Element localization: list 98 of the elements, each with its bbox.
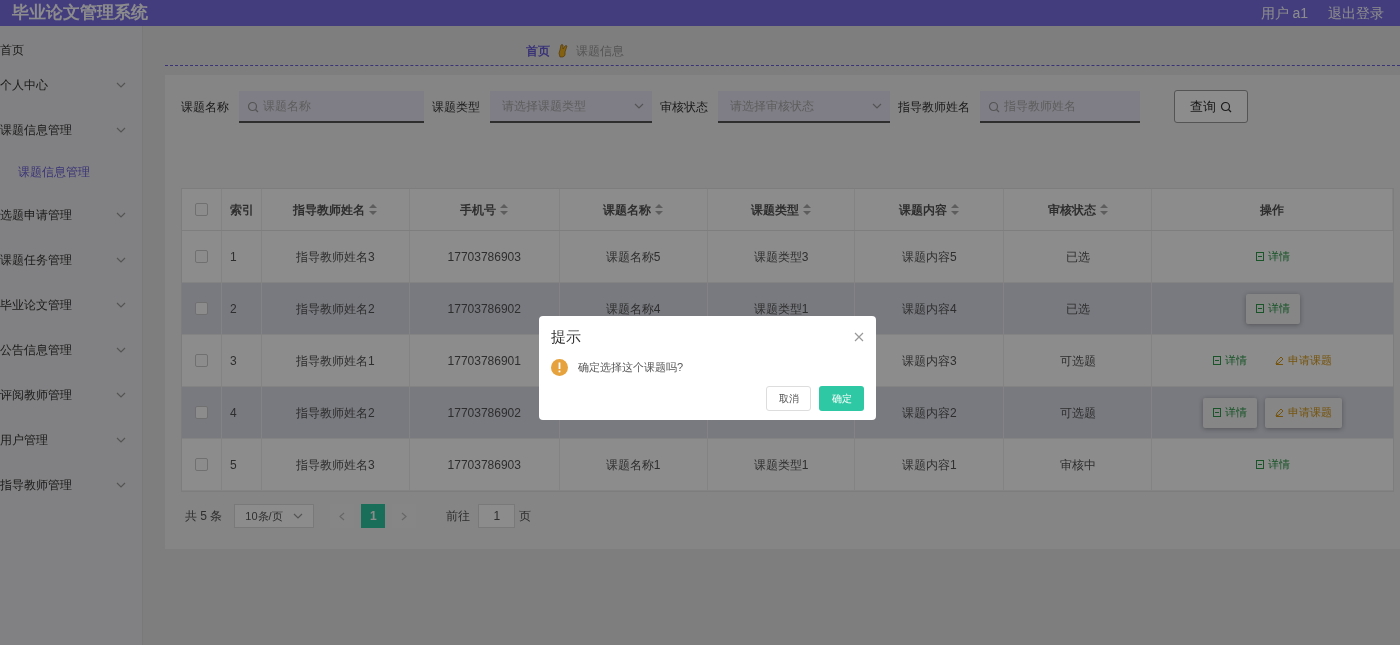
column-header: 操作	[1260, 201, 1285, 219]
sidebar-item[interactable]: 公告信息管理	[0, 327, 142, 372]
breadcrumb-link[interactable]: 首页	[526, 42, 550, 60]
column-header[interactable]: 课题名称	[603, 200, 652, 219]
filter-label: 指导教师姓名	[898, 98, 970, 116]
column-header[interactable]: 课题类型	[751, 200, 799, 219]
table-cell-text: 课题内容1	[902, 456, 957, 474]
table-cell-text: 课题类型1	[753, 300, 809, 318]
app-title: 毕业论文管理系统	[12, 2, 148, 25]
checkbox[interactable]	[195, 203, 208, 216]
table-cell-text: 已选	[1065, 248, 1090, 266]
sidebar-item[interactable]: 个人中心	[0, 62, 142, 107]
user-name: 用户 a1	[1260, 3, 1308, 23]
column-header[interactable]: 课题内容	[899, 200, 948, 219]
table-cell-text: 课题类型1	[753, 456, 809, 474]
checkbox[interactable]	[195, 458, 208, 471]
table-cell-text: 课题内容5	[902, 248, 957, 266]
filter-label: 课题类型	[432, 98, 480, 116]
table-cell-text: 指导教师姓名2	[296, 300, 375, 318]
chevron-right-icon	[401, 511, 408, 521]
table-cell-text: 课题内容3	[902, 352, 957, 370]
table-cell-text: 课题名称4	[605, 300, 661, 318]
chevron-icon	[293, 513, 304, 519]
table-cell-text: 指导教师姓名3	[296, 456, 375, 474]
chevron-icon	[872, 102, 882, 109]
table-cell-text: 17703786902	[447, 300, 521, 318]
detail-button[interactable]: 详情	[1203, 397, 1258, 428]
search-icon	[988, 100, 1000, 113]
dialog-message: 确定选择这个课题吗?	[578, 359, 684, 375]
sidebar-item[interactable]: 评阅教师管理	[0, 372, 142, 417]
table-cell-text: 17703786903	[447, 248, 521, 266]
table-cell-text: 17703786902	[447, 404, 521, 422]
table-cell-text: 可选题	[1059, 352, 1096, 370]
checkbox[interactable]	[195, 354, 208, 367]
column-header: 索引	[229, 201, 254, 219]
sidebar-item[interactable]: 课题任务管理	[0, 237, 142, 282]
sidebar-item[interactable]: 毕业论文管理	[0, 282, 142, 327]
filter-label: 审核状态	[660, 98, 708, 116]
chevron-icon	[634, 102, 644, 109]
table-cell-text: 课题内容2	[902, 404, 957, 422]
search-icon	[247, 100, 259, 113]
detail-button[interactable]: 详情	[1245, 449, 1300, 480]
close-icon[interactable]	[854, 332, 864, 343]
column-header[interactable]: 审核状态	[1047, 200, 1096, 219]
table-cell-text: 指导教师姓名2	[296, 404, 375, 422]
table-cell-text: 2	[229, 300, 237, 318]
table-cell-text: 可选题	[1059, 404, 1096, 422]
document-icon	[1255, 304, 1264, 313]
table-cell-text: 5	[229, 456, 237, 474]
table-cell-text: 3	[229, 352, 237, 370]
checkbox[interactable]	[195, 302, 208, 315]
detail-button[interactable]: 详情	[1245, 241, 1300, 272]
sidebar-item[interactable]: 用户管理	[0, 417, 142, 462]
column-header[interactable]: 手机号	[460, 200, 497, 219]
goto-label: 前往	[446, 508, 471, 525]
sidebar-item[interactable]: 课题信息管理	[0, 107, 142, 152]
apply-button[interactable]: 申请课题	[1265, 345, 1343, 376]
search-button[interactable]: 查询	[1174, 90, 1248, 123]
table-cell-text: 审核中	[1059, 456, 1096, 474]
sidebar-item[interactable]: 首页	[0, 38, 142, 62]
cancel-button[interactable]: 取消	[766, 385, 811, 411]
page-size-select[interactable]: 10条/页	[234, 504, 315, 528]
document-icon	[1213, 356, 1222, 365]
table-cell-text: 4	[229, 404, 237, 422]
logout-link[interactable]: 退出登录	[1328, 2, 1384, 24]
sidebar-item[interactable]: 选题申请管理	[0, 192, 142, 237]
document-icon	[1255, 252, 1264, 261]
confirm-button[interactable]: 确定	[819, 385, 864, 411]
checkbox[interactable]	[195, 406, 208, 419]
table-cell-text: 指导教师姓名3	[296, 248, 375, 266]
search-icon	[1220, 100, 1232, 113]
dialog-title: 提示	[551, 327, 581, 347]
pencil-icon	[1275, 408, 1285, 417]
document-icon	[1213, 408, 1222, 417]
table-cell-text: 1	[229, 248, 237, 266]
page-input[interactable]: 1	[478, 504, 516, 528]
warning-icon	[551, 358, 568, 376]
checkbox[interactable]	[195, 250, 208, 263]
detail-button[interactable]: 详情	[1245, 293, 1300, 324]
table-cell-text: 课题类型3	[753, 248, 809, 266]
goto-suffix: 页	[519, 508, 532, 525]
table-cell-text: 课题名称1	[605, 456, 661, 474]
table-cell-text: 指导教师姓名1	[296, 352, 375, 370]
table-cell-text: 17703786901	[447, 352, 521, 370]
sidebar-subitem[interactable]: 课题信息管理	[0, 152, 142, 192]
table-cell-text: 已选	[1065, 300, 1090, 318]
table-cell-text: 课题名称5	[605, 248, 661, 266]
sidebar-item[interactable]: 指导教师管理	[0, 462, 142, 507]
detail-button[interactable]: 详情	[1203, 345, 1258, 376]
hand-icon	[558, 44, 568, 58]
column-header[interactable]: 指导教师姓名	[293, 200, 366, 219]
filter-label: 课题名称	[181, 98, 229, 116]
table-cell-text: 17703786903	[447, 456, 521, 474]
pencil-icon	[1275, 356, 1285, 365]
table-cell-text: 课题内容4	[902, 300, 957, 318]
chevron-left-icon	[339, 511, 346, 521]
document-icon	[1255, 460, 1264, 469]
total-count: 共 5 条	[185, 508, 223, 525]
